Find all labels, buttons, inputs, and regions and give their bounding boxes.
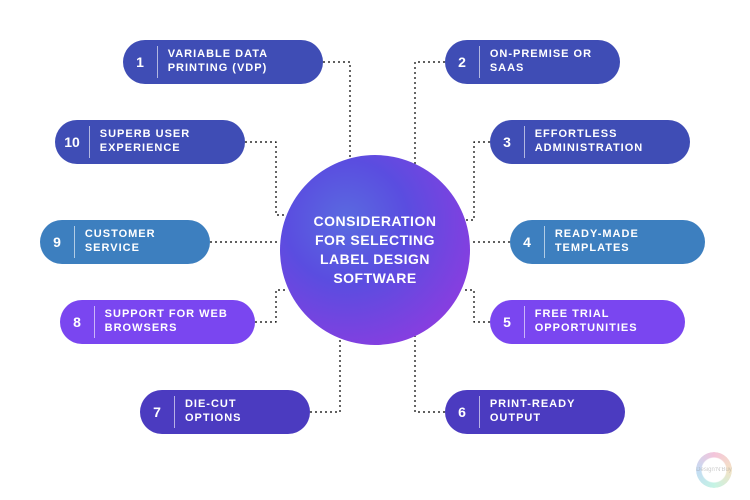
pill-number: 9 [46,234,68,250]
pill-item-10: 10 SUPERB USER EXPERIENCE [55,120,245,164]
pill-number: 2 [451,54,473,70]
center-title: CONSIDERATION FOR SELECTING LABEL DESIGN… [302,212,448,288]
brand-logo-text: Design'N'Buy [696,452,732,488]
pill-label: SUPERB USER EXPERIENCE [100,128,229,156]
pill-label: EFFORTLESS ADMINISTRATION [535,128,674,156]
pill-divider [89,126,90,158]
pill-item-6: 6 PRINT-READY OUTPUT [445,390,625,434]
pill-divider [74,226,75,258]
pill-divider [524,306,525,338]
pill-item-9: 9 CUSTOMER SERVICE [40,220,210,264]
pill-label: READY-MADE TEMPLATES [555,228,689,256]
pill-item-2: 2 ON-PREMISE OR SAAS [445,40,620,84]
pill-item-4: 4 READY-MADE TEMPLATES [510,220,705,264]
pill-item-3: 3 EFFORTLESS ADMINISTRATION [490,120,690,164]
pill-label: PRINT-READY OUTPUT [490,398,609,426]
pill-number: 7 [146,404,168,420]
center-hub: CONSIDERATION FOR SELECTING LABEL DESIGN… [280,155,470,345]
pill-divider [479,46,480,78]
pill-item-5: 5 FREE TRIAL OPPORTUNITIES [490,300,685,344]
pill-label: ON-PREMISE OR SAAS [490,48,604,76]
pill-divider [94,306,95,338]
pill-divider [524,126,525,158]
pill-label: FREE TRIAL OPPORTUNITIES [535,308,669,336]
pill-divider [479,396,480,428]
pill-item-1: 1 VARIABLE DATA PRINTING (VDP) [123,40,323,84]
pill-label: CUSTOMER SERVICE [85,228,194,256]
pill-divider [157,46,158,78]
pill-number: 1 [129,54,151,70]
pill-number: 4 [516,234,538,250]
pill-label: DIE-CUT OPTIONS [185,398,294,426]
pill-item-7: 7 DIE-CUT OPTIONS [140,390,310,434]
pill-divider [544,226,545,258]
pill-number: 6 [451,404,473,420]
pill-label: SUPPORT FOR WEB BROWSERS [105,308,239,336]
pill-item-8: 8 SUPPORT FOR WEB BROWSERS [60,300,255,344]
pill-number: 8 [66,314,88,330]
pill-divider [174,396,175,428]
pill-number: 10 [61,134,83,150]
pill-number: 3 [496,134,518,150]
pill-label: VARIABLE DATA PRINTING (VDP) [168,48,307,76]
pill-number: 5 [496,314,518,330]
